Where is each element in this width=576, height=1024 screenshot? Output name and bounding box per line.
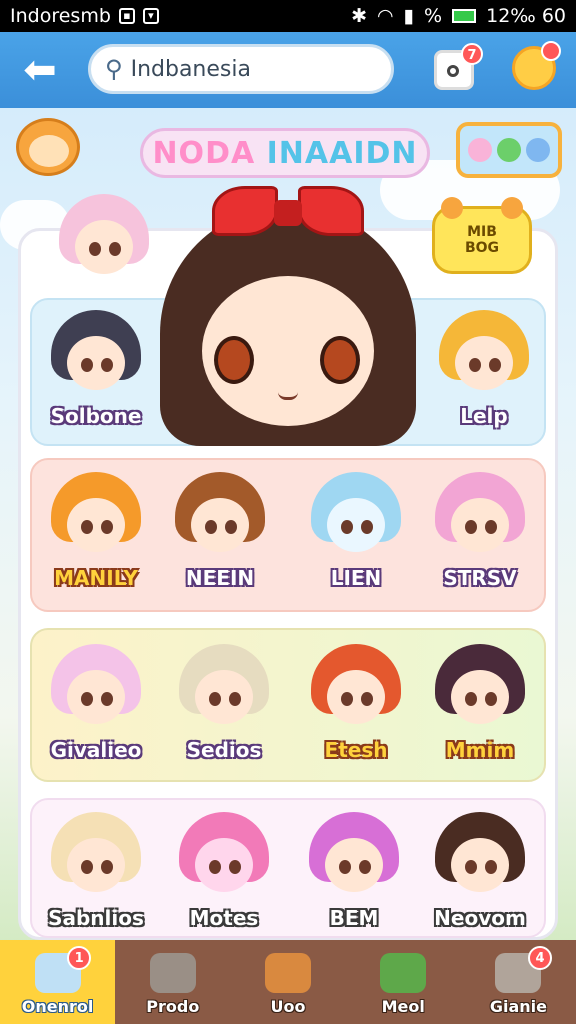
character-card[interactable]: LIEN: [296, 466, 416, 606]
nav-label: Gianie: [489, 997, 547, 1016]
back-arrow-icon[interactable]: ⬅: [18, 50, 62, 90]
avatar: [435, 644, 525, 734]
character-name: Neovom: [434, 906, 526, 930]
character-card[interactable]: Givalieo: [36, 638, 156, 778]
bottom-nav: 1 Onenrol Prodo Uoo Meol 4 Gianie: [0, 940, 576, 1024]
avatar: [51, 812, 141, 902]
avatar: [175, 472, 265, 562]
featured-character[interactable]: [150, 186, 426, 446]
badge-line-2: BOG: [464, 240, 500, 256]
clock: 12‰ 60: [486, 5, 566, 27]
avatar: [179, 644, 269, 734]
avatar: [311, 644, 401, 734]
title-part-2: INAAIDN: [266, 135, 418, 171]
search-bar[interactable]: ⚲ Indbanesia: [88, 44, 394, 94]
heart-icon: [380, 953, 427, 993]
nav-label: Uoo: [270, 997, 306, 1016]
character-name: NEEIN: [185, 566, 255, 590]
page-title: NODA INAAIDN: [140, 128, 430, 178]
search-icon: ⚲: [105, 55, 123, 83]
avatar: [51, 310, 141, 400]
nav-item-meol[interactable]: Meol: [346, 940, 461, 1024]
character-card[interactable]: Neovom: [420, 806, 540, 946]
profile-icon[interactable]: [512, 41, 561, 90]
shield-icon: ▾: [142, 8, 159, 24]
character-name: LIEN: [330, 566, 382, 590]
image-icon: ▪: [118, 8, 135, 24]
nav-item-prodo[interactable]: Prodo: [115, 940, 230, 1024]
bunny-icon: [468, 138, 493, 162]
avatar: [439, 310, 529, 400]
nav-item-onenrol[interactable]: 1 Onenrol: [0, 940, 116, 1024]
character-name: BEM: [329, 906, 379, 930]
nav-badge: 1: [67, 946, 92, 970]
character-name: Motes: [189, 906, 259, 930]
character-name: Mmim: [445, 738, 515, 762]
character-card[interactable]: Mmim: [420, 638, 540, 778]
nav-label: Meol: [381, 997, 425, 1016]
notification-icon: [447, 65, 459, 77]
character-card[interactable]: Lelp: [424, 304, 544, 444]
character-name: Solbone: [50, 404, 142, 428]
battery-icon: [452, 9, 477, 23]
badge-line-1: MIB: [467, 224, 497, 240]
top-app-bar: ⬅ ⚲ Indbanesia 7: [0, 32, 576, 108]
character-card[interactable]: NEEIN: [160, 466, 280, 606]
avatar: [435, 472, 525, 562]
bluetooth-icon: ✱: [351, 5, 367, 27]
home-icon: [265, 953, 311, 993]
title-part-1: NODA: [152, 135, 267, 171]
wifi-icon: ◠: [376, 5, 394, 27]
avatar: [179, 812, 269, 902]
character-name: Givalieo: [50, 738, 142, 762]
character-card[interactable]: Sabnlios: [36, 806, 156, 946]
nav-badge: 4: [528, 946, 553, 970]
character-name: STRSV: [443, 566, 517, 590]
notification-button[interactable]: 7: [434, 43, 483, 90]
battery-text: %: [424, 5, 443, 27]
house-icon: [149, 953, 196, 993]
carrier-label: Indoresmb: [10, 5, 111, 27]
search-input[interactable]: Indbanesia: [131, 57, 251, 82]
sticker-pack-button[interactable]: [456, 122, 562, 178]
character-name: Sabnlios: [48, 906, 144, 930]
character-name: Lelp: [460, 404, 508, 428]
character-card[interactable]: [44, 188, 164, 288]
avatar: [59, 194, 149, 284]
clover-icon: [496, 138, 521, 162]
character-card[interactable]: STRSV: [420, 466, 540, 606]
bear-badge-button[interactable]: MIB BOG: [432, 197, 532, 274]
character-card[interactable]: Solbone: [36, 304, 156, 444]
nav-label: Prodo: [146, 997, 200, 1016]
notification-badge: 7: [461, 43, 483, 65]
nav-item-uoo[interactable]: Uoo: [230, 940, 345, 1024]
avatar: [51, 472, 141, 562]
character-name: Sedios: [186, 738, 262, 762]
signal-icon: ▮: [403, 5, 415, 27]
status-bar: Indoresmb ▪ ▾ ✱ ◠ ▮ % 12‰ 60: [0, 0, 576, 32]
character-card[interactable]: BEM: [294, 806, 414, 946]
avatar: [309, 812, 399, 902]
nav-item-gianie[interactable]: 4 Gianie: [461, 940, 576, 1024]
character-card[interactable]: Sedios: [164, 638, 284, 778]
profile-badge-dot: [541, 41, 561, 61]
avatar: [51, 644, 141, 734]
avatar: [311, 472, 401, 562]
character-card[interactable]: MANILY: [36, 466, 156, 606]
nav-label: Onenrol: [21, 997, 94, 1016]
character-card[interactable]: Motes: [164, 806, 284, 946]
ghost-icon: [525, 138, 550, 162]
character-card[interactable]: Etesh: [296, 638, 416, 778]
character-name: Etesh: [324, 738, 388, 762]
mascot-logo: [16, 118, 80, 176]
character-name: MANILY: [54, 566, 138, 590]
bow-icon: [212, 186, 364, 238]
avatar: [435, 812, 525, 902]
